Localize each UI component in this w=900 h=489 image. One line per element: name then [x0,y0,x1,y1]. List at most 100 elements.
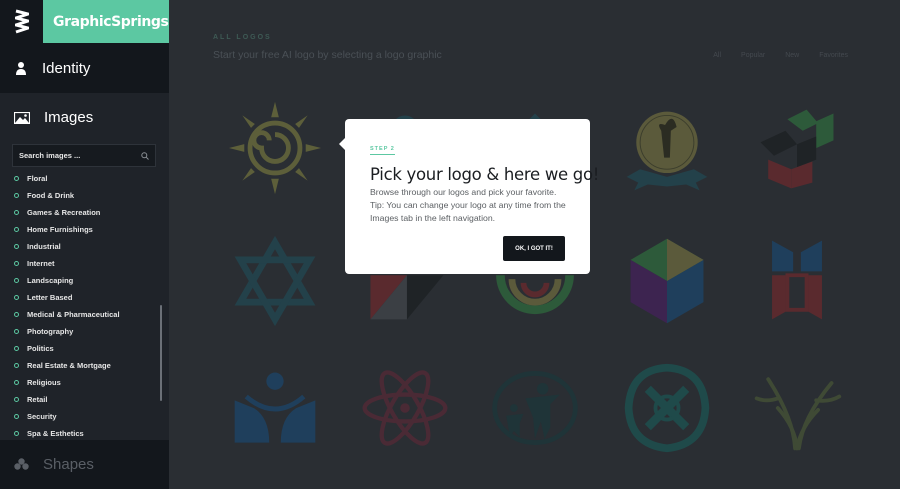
nav-images-header[interactable]: Images [14,109,93,126]
filter-all[interactable]: All [713,52,721,59]
category-item[interactable]: Industrial [0,238,160,255]
logo-tile[interactable] [747,231,847,331]
category-bullet-icon [14,227,19,232]
nav-shapes[interactable]: Shapes [0,440,169,489]
person-icon [16,62,26,75]
category-label: Security [27,412,57,421]
category-item[interactable]: Games & Recreation [0,204,160,221]
category-item[interactable]: Retail [0,391,160,408]
category-bullet-icon [14,295,19,300]
category-bullet-icon [14,414,19,419]
filter-tabs: All Popular New Favorites [713,52,848,59]
category-label: Food & Drink [27,191,75,200]
category-label: Spa & Esthetics [27,429,84,438]
category-item[interactable]: Letter Based [0,289,160,306]
category-bullet-icon [14,380,19,385]
logo-tile[interactable] [617,358,717,458]
step-label: STEP 2 [370,146,395,155]
category-label: Letter Based [27,293,73,302]
category-bullet-icon [14,210,19,215]
search-input[interactable] [19,151,129,160]
leaves-logo-icon [754,377,842,451]
category-item[interactable]: Photography [0,323,160,340]
category-item[interactable]: Religious [0,374,160,391]
search-box [12,144,156,167]
sidebar: GraphicSprings Identity Images Floral Foo… [0,0,169,489]
category-bullet-icon [14,397,19,402]
logo-tile[interactable] [225,98,325,198]
category-item[interactable]: Food & Drink [0,187,160,204]
nav-images: Images Floral Food & Drink Games & Recreat… [0,93,169,440]
category-bullet-icon [14,346,19,351]
category-label: Photography [27,327,74,336]
arrows-logo-icon [760,109,834,189]
brand-name: GraphicSprings [53,13,169,30]
logo-tile[interactable] [617,231,717,331]
category-item[interactable]: Politics [0,340,160,357]
category-item[interactable]: Floral [0,170,160,187]
category-item[interactable]: Landscaping [0,272,160,289]
category-item[interactable]: Internet [0,255,160,272]
nav-identity-label: Identity [42,59,91,77]
filter-favorites[interactable]: Favorites [819,52,848,59]
logo-tile[interactable] [617,100,717,200]
book-logo-icon [772,240,822,320]
category-label: Home Furnishings [27,225,93,234]
category-bullet-icon [14,244,19,249]
logo-tile[interactable] [355,358,455,458]
modal-body: Browse through our logos and pick your f… [370,187,566,224]
logo-tile[interactable] [225,360,325,460]
category-bullet-icon [14,431,19,436]
category-bullet-icon [14,329,19,334]
star-of-david-logo-icon [234,235,316,327]
category-label: Industrial [27,242,61,251]
nav-identity[interactable]: Identity [0,43,169,93]
page-subtitle: Start your free AI logo by selecting a l… [213,49,442,61]
category-bullet-icon [14,312,19,317]
got-it-button[interactable]: OK, I GOT IT! [503,236,565,261]
category-bullet-icon [14,193,19,198]
family-logo-icon [492,371,578,445]
filter-popular[interactable]: Popular [741,52,765,59]
category-item[interactable]: Home Furnishings [0,221,160,238]
breadcrumb: ALL LOGOS [213,34,272,41]
category-scrollbar[interactable] [160,305,162,401]
category-label: Floral [27,174,48,183]
onboarding-modal: STEP 2 Pick your logo & here we go! Brow… [339,119,599,274]
category-label: Real Estate & Mortgage [27,361,111,370]
filter-new[interactable]: New [785,52,799,59]
logo-tile[interactable] [225,231,325,331]
category-label: Internet [27,259,55,268]
logo-tile[interactable] [747,358,847,458]
category-bullet-icon [14,261,19,266]
nav-shapes-label: Shapes [43,456,94,473]
category-bullet-icon [14,363,19,368]
category-list: Floral Food & Drink Games & Recreation Home… [0,170,160,442]
logo-tile[interactable] [485,358,585,458]
logo-tile[interactable] [747,100,847,200]
cube-logo-icon [630,238,704,324]
medical-x-logo-icon [624,363,710,453]
person-book-logo-icon [234,372,316,443]
modal-title: Pick your logo & here we go! [370,165,600,184]
category-item[interactable]: Real Estate & Mortgage [0,357,160,374]
brand-logo[interactable]: GraphicSprings [43,0,169,43]
atom-logo-icon [362,370,448,446]
category-item[interactable]: Medical & Pharmaceutical [0,306,160,323]
ws-monogram-icon [14,9,29,33]
category-label: Games & Recreation [27,208,101,217]
tree-ribbon-logo-icon [626,111,708,191]
category-bullet-icon [14,176,19,181]
search-icon[interactable] [141,151,149,160]
category-bullet-icon [14,278,19,283]
category-label: Landscaping [27,276,74,285]
picture-icon [14,111,30,124]
category-label: Medical & Pharmaceutical [27,310,120,319]
category-label: Politics [27,344,54,353]
category-item[interactable]: Security [0,408,160,425]
shapes-icon [14,458,29,470]
category-label: Religious [27,378,61,387]
brand-mark[interactable] [0,0,43,43]
nav-images-label: Images [44,109,94,126]
sun-logo-icon [228,101,322,195]
